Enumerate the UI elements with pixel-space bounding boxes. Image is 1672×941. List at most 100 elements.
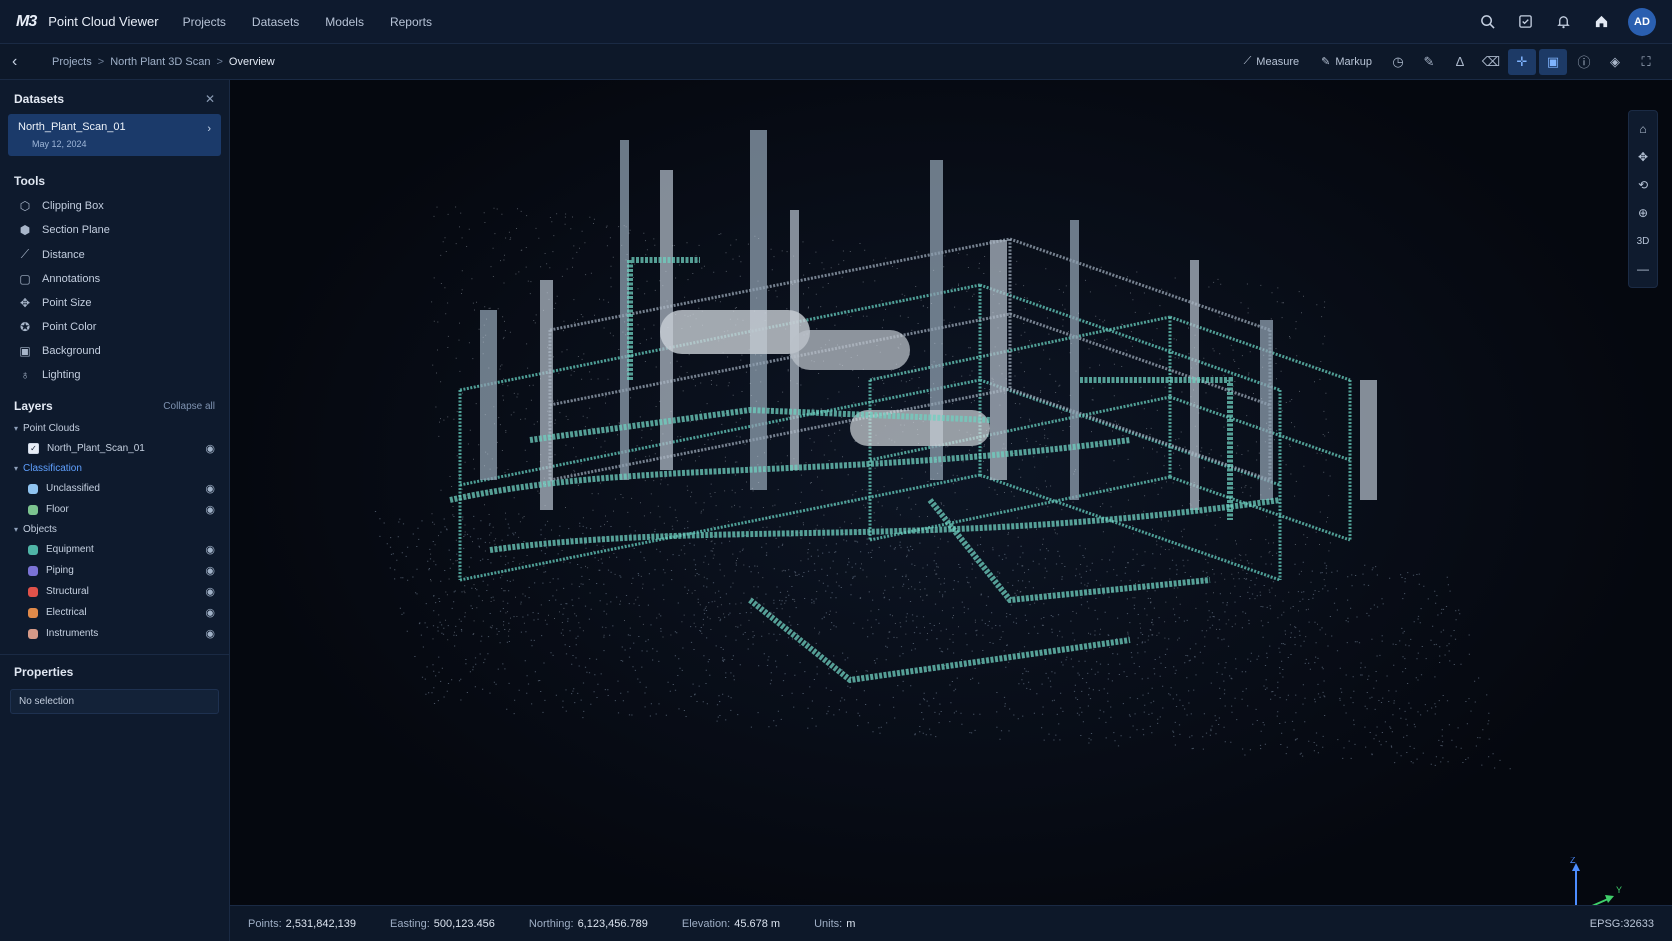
- tank: [660, 310, 810, 354]
- tasks-icon[interactable]: [1510, 7, 1540, 37]
- breadcrumb-project[interactable]: North Plant 3D Scan: [110, 56, 210, 68]
- user-avatar[interactable]: AD: [1628, 7, 1656, 36]
- layers-header: Layers Collapse all: [0, 387, 229, 419]
- tool-distance[interactable]: ⟋ Distance: [0, 242, 229, 267]
- app-logo: M3: [16, 12, 37, 30]
- collapse-all-link[interactable]: Collapse all: [163, 401, 215, 412]
- layer-equipment[interactable]: Equipment ◉: [0, 539, 229, 560]
- tank: [790, 330, 910, 370]
- tool-clipping-box[interactable]: ⬡ Clipping Box: [0, 194, 229, 218]
- stack-column: [1190, 260, 1199, 510]
- layer-unclassified[interactable]: Unclassified ◉: [0, 478, 229, 499]
- cube-icon: ⬡: [19, 199, 31, 213]
- measure-button[interactable]: ⟋ Measure: [1235, 50, 1309, 73]
- nav-datasets[interactable]: Datasets: [252, 15, 299, 29]
- 3d-viewport[interactable]: ⌂ ✥ ⟲ ⊕ 3D — Z Y X: [230, 80, 1672, 941]
- properties-title: Properties: [14, 665, 74, 679]
- eye-icon[interactable]: ◉: [205, 543, 215, 556]
- chevron-right-icon: ›: [207, 123, 211, 135]
- layer-piping[interactable]: Piping ◉: [0, 560, 229, 581]
- ruler-icon: ⟋: [20, 247, 30, 261]
- layer-electrical[interactable]: Electrical ◉: [0, 602, 229, 623]
- angle-icon[interactable]: ∆: [1446, 49, 1474, 75]
- nav-models[interactable]: Models: [325, 15, 364, 29]
- tool-annotations[interactable]: ▢ Annotations: [0, 267, 229, 291]
- move-icon: ✥: [19, 296, 31, 310]
- layer-instruments[interactable]: Instruments ◉: [0, 623, 229, 644]
- dataset-item-selected[interactable]: North_Plant_Scan_01 May 12, 2024 ›: [8, 114, 221, 156]
- color-swatch: [28, 607, 38, 618]
- image-icon: ▣: [19, 344, 31, 358]
- eye-icon[interactable]: ◉: [205, 627, 215, 640]
- tool-point-color[interactable]: ✪ Point Color: [0, 315, 229, 339]
- eraser-icon[interactable]: ⌫: [1477, 49, 1505, 75]
- info-icon[interactable]: ⓘ: [1570, 49, 1598, 75]
- nav-projects[interactable]: Projects: [183, 15, 226, 29]
- tool-lighting[interactable]: ♁ Lighting: [0, 363, 229, 387]
- tool-section-plane[interactable]: ⬢ Section Plane: [0, 218, 229, 242]
- layers-title: Layers: [14, 399, 53, 413]
- color-swatch: [28, 544, 38, 555]
- select-box-icon[interactable]: ▣: [1539, 48, 1567, 75]
- status-northing: Northing: 6,123,456.789: [528, 917, 648, 930]
- notifications-icon[interactable]: [1548, 7, 1578, 37]
- layers-icon[interactable]: ◈: [1601, 49, 1629, 75]
- layer-structural[interactable]: Structural ◉: [0, 581, 229, 602]
- home-view-icon[interactable]: ⌂: [1630, 115, 1656, 143]
- point-cloud-scene[interactable]: [230, 80, 1672, 941]
- color-swatch: [28, 504, 38, 515]
- search-icon[interactable]: [1472, 7, 1502, 37]
- note-icon: ▢: [19, 272, 31, 286]
- eye-icon[interactable]: ◉: [205, 482, 215, 495]
- home-icon[interactable]: [1586, 7, 1616, 37]
- zoom-fit-icon[interactable]: ⊕: [1630, 199, 1656, 227]
- layer-point-cloud[interactable]: ✓ North_Plant_Scan_01 ◉: [0, 438, 229, 459]
- stack-column: [990, 240, 1007, 480]
- layer-floor[interactable]: Floor ◉: [0, 499, 229, 520]
- app-title: Point Cloud Viewer: [48, 14, 159, 29]
- clock-icon[interactable]: ◷: [1384, 49, 1412, 75]
- view-mode-3d[interactable]: 3D: [1630, 227, 1656, 255]
- status-epsg: EPSG:32633: [1589, 917, 1654, 930]
- objects-list: Equipment ◉ Piping ◉ Structural ◉ Electrical ◉ I…: [0, 539, 229, 644]
- top-bar: M3 Point Cloud Viewer Projects Datasets …: [0, 0, 1672, 44]
- chevron-down-icon: ▾: [14, 424, 19, 433]
- group-classification[interactable]: ▾ Classification: [0, 459, 229, 478]
- properties-panel: Properties No selection: [0, 654, 229, 724]
- tool-background[interactable]: ▣ Background: [0, 339, 229, 363]
- eye-icon[interactable]: ◉: [205, 503, 215, 516]
- eye-icon[interactable]: ◉: [205, 585, 215, 598]
- close-icon[interactable]: ✕: [205, 92, 215, 106]
- dataset-name: North_Plant_Scan_01: [18, 121, 126, 133]
- eye-icon[interactable]: ◉: [205, 442, 215, 455]
- bulb-icon: ♁: [20, 368, 30, 382]
- tool-point-size[interactable]: ✥ Point Size: [0, 291, 229, 315]
- status-easting: Easting: 500,123.456: [390, 917, 495, 930]
- stack-column: [1260, 320, 1273, 500]
- checkbox-icon[interactable]: ✓: [28, 443, 39, 454]
- color-swatch: [28, 565, 38, 576]
- eye-icon[interactable]: ◉: [205, 564, 215, 577]
- pan-icon[interactable]: ✥: [1630, 143, 1656, 171]
- markup-button[interactable]: ✎ Markup: [1312, 50, 1381, 73]
- breadcrumb-projects[interactable]: Projects: [52, 56, 92, 68]
- palette-icon: ✪: [19, 320, 31, 334]
- eye-icon[interactable]: ◉: [205, 606, 215, 619]
- fullscreen-icon[interactable]: ⛶: [1632, 49, 1660, 75]
- pencil-icon[interactable]: ✎: [1415, 49, 1443, 75]
- axis-z-label: Z: [1570, 857, 1576, 865]
- tag-icon: ✎: [1321, 56, 1331, 68]
- nav-reports[interactable]: Reports: [390, 15, 432, 29]
- crosshair-icon[interactable]: ✛: [1508, 48, 1536, 75]
- minus-icon[interactable]: —: [1630, 255, 1656, 283]
- status-units: Units: m: [814, 917, 856, 930]
- dataset-date: May 12, 2024: [32, 139, 87, 149]
- group-point-clouds[interactable]: ▾ Point Clouds: [0, 419, 229, 438]
- orbit-icon[interactable]: ⟲: [1630, 171, 1656, 199]
- group-objects[interactable]: ▾ Objects: [0, 520, 229, 539]
- pipe: [927, 498, 1211, 604]
- main-area: Datasets ✕ North_Plant_Scan_01 May 12, 2…: [0, 80, 1672, 941]
- datasets-header: Datasets ✕: [0, 80, 229, 114]
- datasets-title: Datasets: [14, 92, 65, 106]
- back-chevron-icon[interactable]: ‹: [12, 53, 36, 71]
